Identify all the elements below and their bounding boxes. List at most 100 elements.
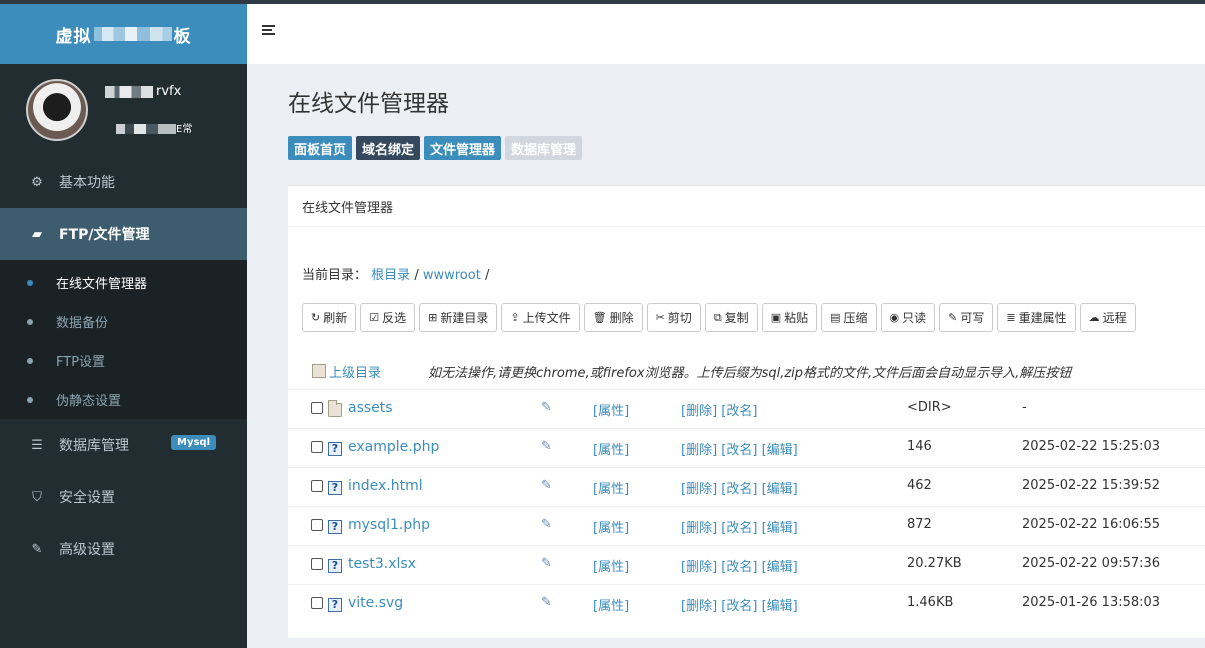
file-name-link[interactable]: test3.xlsx <box>348 556 416 572</box>
edit-pencil-icon[interactable]: ✎ <box>541 517 552 532</box>
file-size: 872 <box>907 517 932 532</box>
properties-link[interactable]: [属性] <box>593 439 629 458</box>
breadcrumb-trail: / <box>484 268 490 283</box>
main-content: 在线文件管理器 面板首页 域名绑定 文件管理器 数据库管理 在线文件管理器 当前… <box>247 64 1205 648</box>
sidebar-toggle-icon[interactable] <box>262 25 275 37</box>
rename-link[interactable]: [改名] <box>721 560 757 575</box>
properties-link[interactable]: [属性] <box>593 478 629 497</box>
menu-ftp-files[interactable]: ▰ FTP/文件管理 <box>0 208 247 260</box>
rename-link[interactable]: [改名] <box>721 521 757 536</box>
cut-label: 剪切 <box>667 311 692 325</box>
copy-button[interactable]: ⧉ 复制 <box>704 303 758 332</box>
quick-domain-bind-button[interactable]: 域名绑定 <box>356 136 421 160</box>
properties-link[interactable]: [属性] <box>593 556 629 575</box>
breadcrumb-root-link[interactable]: 根目录 <box>371 268 410 283</box>
edit-pencil-icon[interactable]: ✎ <box>541 400 552 415</box>
pencil-icon: ✎ <box>948 311 958 324</box>
file-name-link[interactable]: example.php <box>348 439 439 455</box>
logo-text-right: 板 <box>173 26 192 47</box>
refresh-label: 刷新 <box>323 311 348 325</box>
file-mtime: 2025-02-22 09:57:36 <box>1022 556 1161 571</box>
menu-basic[interactable]: ⚙ 基本功能 <box>0 156 247 208</box>
remote-button[interactable]: ☁ 远程 <box>1079 303 1136 332</box>
delete-link[interactable]: [删除] <box>681 404 717 419</box>
file-name-link[interactable]: vite.svg <box>348 595 403 611</box>
rename-link[interactable]: [改名] <box>721 443 757 458</box>
edit-link[interactable]: [编辑] <box>762 521 798 536</box>
mysql-badge: Mysql <box>171 435 217 450</box>
row-checkbox[interactable] <box>311 402 323 414</box>
writable-button[interactable]: ✎ 可写 <box>939 303 994 332</box>
file-size: 20.27KB <box>907 556 962 571</box>
edit-link[interactable]: [编辑] <box>762 443 798 458</box>
trash-icon: 🗑 <box>592 311 607 324</box>
unknown-file-icon: ? <box>328 520 342 534</box>
edit-pencil-icon[interactable]: ✎ <box>541 478 552 493</box>
cloud-download-icon: ☁ <box>1088 311 1100 324</box>
file-name-link[interactable]: assets <box>348 400 393 416</box>
delete-link[interactable]: [删除] <box>681 521 717 536</box>
read-only-button[interactable]: ◉ 只读 <box>880 303 936 332</box>
row-checkbox[interactable] <box>311 558 323 570</box>
table-row: ? index.html ✎ [属性] [删除] [改名] [编辑] 462 2… <box>288 467 1205 506</box>
edit-link[interactable]: [编辑] <box>762 560 798 575</box>
upload-file-button[interactable]: ⇪ 上传文件 <box>501 303 580 332</box>
edit-link[interactable]: [编辑] <box>762 599 798 614</box>
menu-database[interactable]: ☰ 数据库管理 Mysql <box>0 419 247 471</box>
delete-link[interactable]: [删除] <box>681 443 717 458</box>
new-folder-button[interactable]: ⊞ 新建目录 <box>419 303 498 332</box>
menu-ftp-files-label: FTP/文件管理 <box>59 227 150 243</box>
rename-link[interactable]: [改名] <box>721 404 757 419</box>
rebuild-attrs-button[interactable]: ≣ 重建属性 <box>997 303 1076 332</box>
edit-pencil-icon[interactable]: ✎ <box>541 556 552 571</box>
submenu-rewrite-settings[interactable]: 伪静态设置 <box>0 380 247 419</box>
breadcrumb-wwwroot-link[interactable]: wwwroot <box>423 268 481 283</box>
rename-link[interactable]: [改名] <box>721 482 757 497</box>
row-checkbox[interactable] <box>311 480 323 492</box>
row-checkbox[interactable] <box>311 441 323 453</box>
unknown-file-icon: ? <box>328 481 342 495</box>
file-name-link[interactable]: mysql1.php <box>348 517 430 533</box>
edit-link[interactable]: [编辑] <box>762 482 798 497</box>
file-name-link[interactable]: index.html <box>348 478 423 494</box>
invert-select-button[interactable]: ☑ 反选 <box>360 303 416 332</box>
properties-link[interactable]: [属性] <box>593 400 629 419</box>
row-checkbox[interactable] <box>311 519 323 531</box>
properties-link[interactable]: [属性] <box>593 595 629 614</box>
rebuild-attrs-label: 重建属性 <box>1018 311 1067 325</box>
rename-link[interactable]: [改名] <box>721 599 757 614</box>
edit-pencil-icon[interactable]: ✎ <box>541 595 552 610</box>
row-actions: [删除] [改名] [编辑] <box>681 595 798 614</box>
paste-button[interactable]: ▣ 粘贴 <box>761 303 818 332</box>
sidebar: 虚拟 板 rvfx E常 ⚙ 基本功能 ▰ FTP/文件管理 在线文件管理器 数… <box>0 4 247 648</box>
properties-link[interactable]: [属性] <box>593 517 629 536</box>
parent-folder-icon <box>312 364 326 378</box>
submenu-file-manager[interactable]: 在线文件管理器 <box>0 263 247 302</box>
delete-link[interactable]: [删除] <box>681 482 717 497</box>
app-logo[interactable]: 虚拟 板 <box>0 4 247 64</box>
file-size: 462 <box>907 478 932 493</box>
refresh-button[interactable]: ↻ 刷新 <box>302 303 357 332</box>
bullet-icon <box>27 357 33 364</box>
database-icon: ≣ <box>1006 311 1016 324</box>
submenu-data-backup[interactable]: 数据备份 <box>0 302 247 341</box>
submenu-file-manager-label: 在线文件管理器 <box>56 277 148 292</box>
edit-pencil-icon[interactable]: ✎ <box>541 439 552 454</box>
file-mtime: 2025-02-22 16:06:55 <box>1022 517 1161 532</box>
submenu-ftp-settings[interactable]: FTP设置 <box>0 341 247 380</box>
unknown-file-icon: ? <box>328 442 342 456</box>
row-checkbox[interactable] <box>311 597 323 609</box>
quick-file-manager-button[interactable]: 文件管理器 <box>424 136 502 160</box>
menu-advanced[interactable]: ✎ 高级设置 <box>0 523 247 575</box>
quick-database-button[interactable]: 数据库管理 <box>505 136 583 160</box>
delete-link[interactable]: [删除] <box>681 560 717 575</box>
cut-button[interactable]: ✂ 剪切 <box>646 303 701 332</box>
file-mtime: 2025-01-26 13:58:03 <box>1022 595 1161 610</box>
delete-button[interactable]: 🗑 删除 <box>583 303 643 332</box>
menu-security[interactable]: ⛉ 安全设置 <box>0 471 247 523</box>
parent-dir-link[interactable]: 上级目录 <box>329 362 381 381</box>
quick-panel-home-button[interactable]: 面板首页 <box>288 136 353 160</box>
delete-link[interactable]: [删除] <box>681 599 717 614</box>
row-actions: [删除] [改名] [编辑] <box>681 517 798 536</box>
compress-button[interactable]: ▤ 压缩 <box>821 303 877 332</box>
